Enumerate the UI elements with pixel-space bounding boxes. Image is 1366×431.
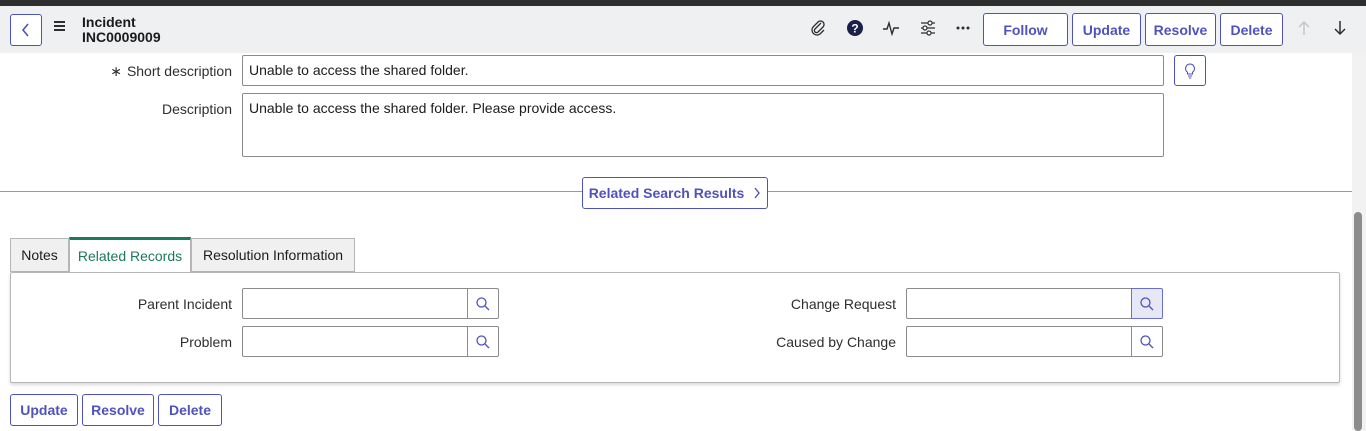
form-header: Incident INC0009009 ? Follow Update Reso… [0,6,1366,53]
problem-label: Problem [179,334,232,350]
arrow-up-icon[interactable] [1294,18,1314,38]
problem-search-button[interactable] [467,326,499,357]
caused-by-change-input[interactable] [906,326,1132,357]
back-button[interactable] [10,14,42,46]
search-icon [1140,296,1154,310]
record-type: Incident [82,14,136,30]
short-description-label: ∗ Short description [110,63,232,79]
resolve-button[interactable]: Resolve [1145,13,1216,46]
tab-related-records[interactable]: Related Records [69,237,191,272]
description-textarea[interactable]: Unable to access the shared folder. Plea… [242,93,1164,157]
change-request-label: Change Request [790,296,896,312]
tab-notes[interactable]: Notes [10,238,69,272]
chevron-left-icon [21,23,29,37]
svg-text:?: ? [851,22,858,36]
change-request-search-button[interactable] [1131,288,1163,319]
settings-sliders-icon[interactable] [918,18,938,38]
short-description-input[interactable]: Unable to access the shared folder. [242,55,1164,86]
activity-icon[interactable] [881,18,901,38]
more-icon[interactable] [953,18,973,38]
problem-lookup [242,326,499,357]
help-icon[interactable]: ? [845,18,865,38]
update-button[interactable]: Update [1072,13,1141,46]
suggestion-lightbulb-button[interactable] [1174,55,1206,86]
related-search-results-button[interactable]: Related Search Results [582,177,768,209]
change-request-input[interactable] [906,288,1132,319]
record-number: INC0009009 [82,29,161,45]
problem-input[interactable] [242,326,468,357]
paperclip-icon[interactable] [808,18,828,38]
parent-incident-search-button[interactable] [467,288,499,319]
footer-delete-button[interactable]: Delete [158,394,222,426]
parent-incident-label: Parent Incident [137,296,232,312]
description-label: Description [161,101,232,117]
footer-resolve-button[interactable]: Resolve [82,394,154,426]
scrollbar-thumb[interactable] [1354,212,1362,431]
change-request-lookup [906,288,1163,319]
tab-resolution-information[interactable]: Resolution Information [191,238,355,272]
parent-incident-lookup [242,288,499,319]
arrow-down-icon[interactable] [1330,18,1350,38]
lightbulb-icon [1185,62,1195,79]
chevron-right-icon [754,187,761,199]
hamburger-menu-icon[interactable] [54,20,68,34]
search-icon [1140,334,1154,348]
caused-by-change-label: Caused by Change [776,334,896,350]
footer-update-button[interactable]: Update [10,394,78,426]
follow-button[interactable]: Follow [983,13,1068,46]
search-icon [476,334,490,348]
search-icon [476,296,490,310]
parent-incident-input[interactable] [242,288,468,319]
caused-by-change-lookup [906,326,1163,357]
delete-button[interactable]: Delete [1220,13,1283,46]
required-marker: ∗ [110,63,122,79]
caused-by-change-search-button[interactable] [1131,326,1163,357]
